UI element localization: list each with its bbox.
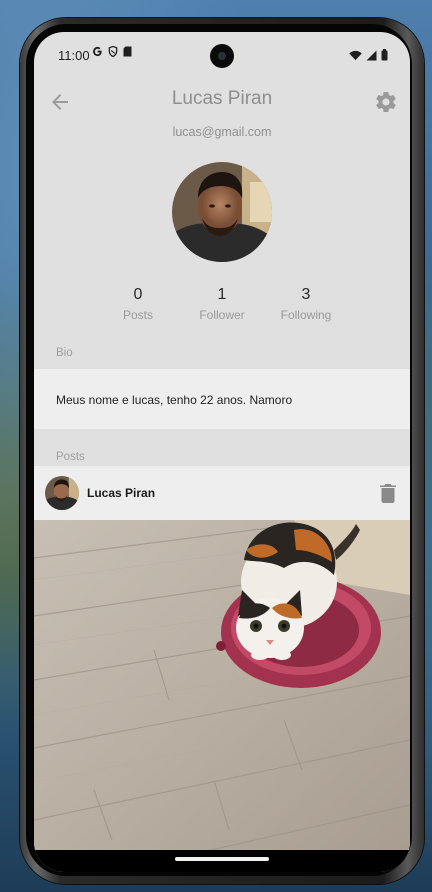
signal-icon	[366, 48, 377, 66]
stat-follower-label: Follower	[199, 308, 245, 322]
stat-posts[interactable]: 0 Posts	[93, 286, 183, 322]
system-nav-bar	[34, 850, 410, 872]
stat-following-value: 3	[301, 286, 311, 303]
stat-posts-value: 0	[133, 286, 143, 303]
stat-following-label: Following	[280, 308, 332, 322]
stat-follower-value: 1	[217, 286, 227, 303]
page-title: Lucas Piran	[171, 88, 273, 109]
sd-card-icon	[123, 46, 132, 60]
status-right-icons	[349, 48, 388, 66]
post-author-avatar[interactable]	[45, 476, 79, 510]
stat-posts-label: Posts	[122, 308, 153, 322]
profile-avatar[interactable]	[172, 162, 272, 262]
gear-icon[interactable]	[374, 90, 398, 114]
post-header: Lucas Piran	[34, 466, 410, 520]
profile-email: lucas@gmail.com	[172, 125, 272, 139]
wifi-icon	[349, 48, 362, 66]
stat-following[interactable]: 3 Following	[261, 286, 351, 322]
stat-follower[interactable]: 1 Follower	[177, 286, 267, 322]
google-g-icon	[92, 46, 103, 60]
posts-section-label: Posts	[56, 451, 85, 463]
post-image[interactable]	[34, 520, 410, 850]
trash-icon[interactable]	[378, 482, 398, 504]
home-indicator[interactable]	[175, 857, 269, 861]
post-author-name[interactable]: Lucas Piran	[87, 486, 155, 500]
battery-icon	[381, 48, 388, 66]
front-camera	[210, 44, 234, 68]
status-left-icons	[92, 45, 132, 60]
status-bar: 11:00	[34, 32, 410, 78]
app-screen: 11:00 Lucas Piran lucas@gmail.com 0 Post…	[34, 32, 410, 872]
shield-icon	[108, 45, 118, 60]
profile-stats: 0 Posts 1 Follower 3 Following	[34, 286, 410, 330]
status-time: 11:00	[58, 48, 90, 63]
bio-card: Meus nome e lucas, tenho 22 anos. Namoro	[34, 369, 410, 429]
bio-section-label: Bio	[56, 347, 73, 359]
bio-text: Meus nome e lucas, tenho 22 anos. Namoro	[56, 393, 293, 407]
